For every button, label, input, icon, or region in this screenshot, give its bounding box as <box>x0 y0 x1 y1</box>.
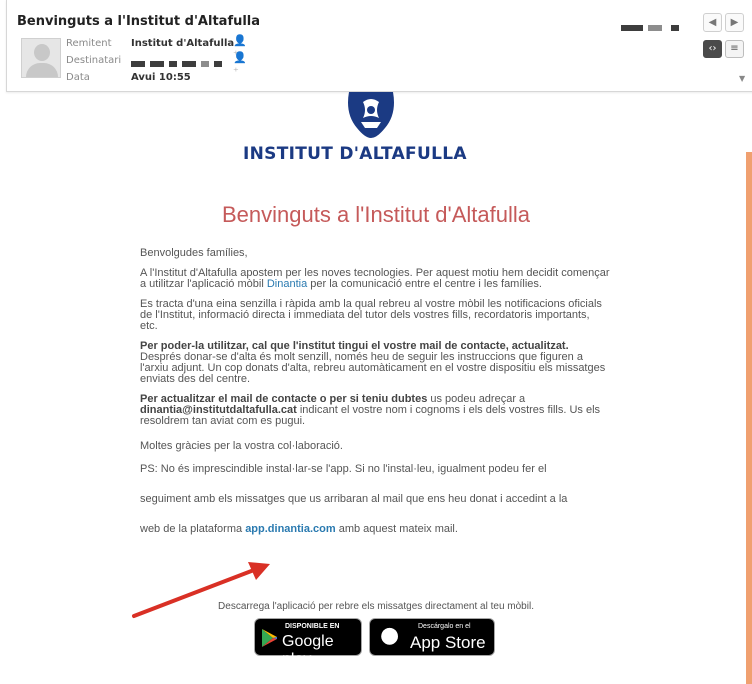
date-label: Data <box>66 72 90 83</box>
ps-line-3: web de la plataforma app.dinantia.com am… <box>140 524 610 554</box>
add-contact-icon[interactable]: 👤⁺ <box>233 51 247 78</box>
paragraph-requirements: Per poder-la utilitzar, cal que l'instit… <box>140 341 610 385</box>
ps3-text-b: amb aquest mateix mail. <box>338 523 458 535</box>
ps-line-1: PS: No és imprescindible instal·lar-se l… <box>140 463 547 475</box>
requirements-text: Després donar-se d'alta és molt senzill,… <box>140 351 606 385</box>
app-store-badge[interactable]: ● Descárgalo en el App Store <box>369 618 495 656</box>
paragraph-description: Es tracta d'una eina senzilla i ràpida a… <box>140 298 602 332</box>
email-title: Benvinguts a l'Institut d'Altafulla <box>221 202 531 227</box>
google-play-icon <box>262 629 277 647</box>
side-panel-edge <box>746 152 752 684</box>
chevron-down-icon[interactable]: ▼ <box>739 74 745 83</box>
ps3-text-a: web de la plataforma <box>140 523 243 535</box>
app-store-small: Descárgalo en el <box>418 623 471 630</box>
google-play-badge[interactable]: DISPONIBLE EN Google play <box>254 618 362 668</box>
paragraph-intro: A l'Institut d'Altafulla apostem per les… <box>140 268 610 290</box>
add-contact-icon[interactable]: 👤⁺ <box>233 34 247 61</box>
greeting: Benvolgudes famílies, <box>140 247 248 259</box>
logo-text: INSTITUT D'ALTAFULLA <box>243 144 467 164</box>
postscript: PS: No és imprescindible instal·lar-se l… <box>140 464 610 554</box>
ps-line-2: seguiment amb els missatges que us arrib… <box>140 493 568 505</box>
avatar <box>21 38 61 78</box>
sender-label: Remitent <box>66 38 112 49</box>
app-store-big: App Store <box>410 633 486 652</box>
recipients-label: Destinatari <box>66 55 122 66</box>
apple-icon: ● <box>380 623 400 648</box>
recipients-redacted[interactable] <box>131 59 227 70</box>
chevron-left-icon[interactable]: ◀ <box>703 13 722 32</box>
red-arrow-icon <box>132 562 270 618</box>
email-body: Benvolgudes famílies, A l'Institut d'Alt… <box>140 248 610 554</box>
message-header: Benvinguts a l'Institut d'Altafulla ◀ ▶ … <box>6 0 752 92</box>
institut-logo-icon <box>348 92 394 138</box>
paragraph-contact: Per actualitzar el mail de contacte o pe… <box>140 394 610 427</box>
date-value: Avui 10:55 <box>131 72 191 83</box>
google-play-small: DISPONIBLE EN <box>285 623 340 630</box>
dinantia-link[interactable]: Dinantia <box>267 278 307 290</box>
sender-name[interactable]: Institut d'Altafulla <box>131 38 234 49</box>
redacted-toolbar-links[interactable] <box>621 17 684 36</box>
intro-text-b: per la comunicació entre el centre i les… <box>310 278 542 290</box>
chevron-right-icon[interactable]: ▶ <box>725 13 744 32</box>
google-play-big: Google play <box>282 633 334 668</box>
thanks-text: Moltes gràcies per la vostra col·laborac… <box>140 440 343 452</box>
download-text: Descarrega l'aplicació per rebre els mis… <box>218 601 534 612</box>
code-icon[interactable]: ‹› <box>703 40 722 58</box>
message-subject: Benvinguts a l'Institut d'Altafulla <box>17 14 261 29</box>
app-dinantia-link[interactable]: app.dinantia.com <box>245 523 335 535</box>
menu-icon[interactable]: ≡ <box>725 40 744 58</box>
